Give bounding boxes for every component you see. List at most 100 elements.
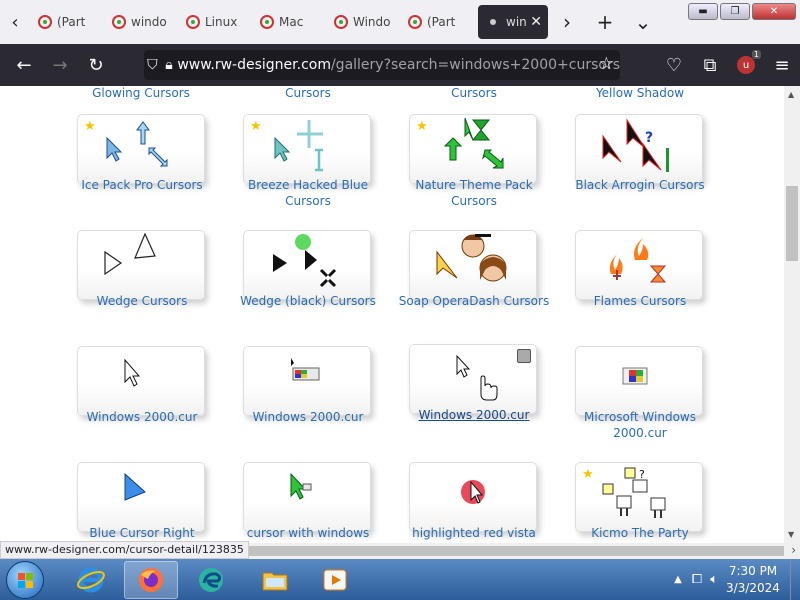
- edge-taskbar-button[interactable]: [184, 561, 238, 599]
- firefox-taskbar-button[interactable]: [124, 561, 178, 599]
- reload-icon[interactable]: ↻: [78, 44, 114, 86]
- network-icon[interactable]: ⧠: [692, 572, 702, 587]
- tab-title: Windo: [353, 15, 391, 29]
- card-label[interactable]: Wedge Cursors: [65, 293, 219, 309]
- list-tabs-icon[interactable]: ⌄: [624, 0, 662, 44]
- tab-6[interactable]: (Part: [400, 4, 474, 40]
- gallery-card[interactable]: Wedge (black) Cursors: [240, 230, 376, 338]
- file-explorer-taskbar-button[interactable]: [248, 561, 302, 599]
- edge-icon: [199, 568, 223, 592]
- gallery-link[interactable]: Yellow Shadow: [575, 86, 705, 100]
- bookmark-star-icon[interactable]: ☆: [599, 54, 614, 74]
- card-label[interactable]: Ice Pack Pro Cursors: [65, 177, 219, 193]
- internet-explorer-taskbar-button[interactable]: [64, 561, 118, 599]
- tab-strip: ‹ (Part windo Linux Mac Windo (Part win ✕…: [0, 0, 800, 44]
- gallery-card[interactable]: ? Black Arrogin Cursors: [575, 114, 705, 222]
- tab-3[interactable]: Linux: [178, 4, 252, 40]
- clock-time: 7:30 PM: [728, 563, 778, 578]
- card-label[interactable]: Windows 2000.cur: [397, 407, 551, 423]
- pocket-icon[interactable]: ♡: [656, 44, 692, 86]
- extensions-icon[interactable]: ⧉: [692, 44, 728, 86]
- tab-5[interactable]: Windo: [326, 4, 400, 40]
- new-tab-icon[interactable]: +: [586, 0, 624, 44]
- close-window-button[interactable]: ✕: [752, 3, 796, 20]
- gallery-card[interactable]: Flames Cursors: [575, 230, 705, 338]
- gallery-card[interactable]: Wedge Cursors: [77, 230, 207, 338]
- restore-button[interactable]: ❐: [720, 3, 750, 20]
- card-label[interactable]: Kicmo The Party: [563, 525, 717, 541]
- shield-icon[interactable]: ⛉: [144, 57, 161, 73]
- url-path: /gallery?search=windows+2000+cursors: [330, 57, 620, 73]
- cursor-preview-icon: [456, 354, 498, 401]
- vertical-scrollbar[interactable]: ▲ ▼: [784, 86, 800, 543]
- back-icon[interactable]: ←: [6, 44, 42, 86]
- gallery-card[interactable]: Microsoft Windows 2000.cur: [575, 346, 705, 454]
- tab-4[interactable]: Mac: [252, 4, 326, 40]
- gallery-card[interactable]: ★ ? Kicmo The Party: [575, 462, 705, 543]
- card-label[interactable]: Flames Cursors: [563, 293, 717, 309]
- start-button[interactable]: [6, 561, 44, 599]
- browser-window: ‹ (Part windo Linux Mac Windo (Part win ✕…: [0, 0, 800, 600]
- forward-icon[interactable]: →: [42, 44, 78, 86]
- cursor-preview-icon: [274, 120, 323, 172]
- tab-active[interactable]: win ✕: [478, 5, 548, 39]
- navigation-bar: ← → ↻ ⛉ 🔒︎ www.rw-designer.com/gallery?s…: [0, 44, 800, 86]
- tab-title: win: [506, 15, 527, 29]
- scroll-right-icon[interactable]: ›: [791, 543, 796, 557]
- loading-dot-icon: [490, 19, 496, 25]
- tabs-scroll-left-icon[interactable]: ‹: [0, 0, 30, 44]
- card-label[interactable]: Microsoft Windows 2000.cur: [563, 409, 717, 441]
- gallery-card[interactable]: Blue Cursor Right Handed: [77, 462, 207, 543]
- gallery-card[interactable]: ★ Ice Pack Pro Cursors: [77, 114, 207, 222]
- firefox-icon: [139, 568, 163, 592]
- scroll-thumb[interactable]: [786, 186, 798, 261]
- svg-text:?: ?: [639, 468, 645, 481]
- minimize-button[interactable]: ▬: [688, 3, 718, 20]
- card-label[interactable]: Windows 2000.cur: [65, 409, 219, 425]
- card-label[interactable]: Windows 2000.cur: [231, 409, 385, 425]
- gallery-link[interactable]: Glowing Cursors: [76, 86, 206, 100]
- card-label[interactable]: Soap OperaDash Cursors: [397, 293, 551, 309]
- gallery-card[interactable]: Windows 2000.cur: [77, 346, 207, 454]
- gallery-card[interactable]: highlighted red vista cursor.cur: [409, 462, 539, 543]
- folder-icon: [262, 572, 288, 591]
- gallery-card[interactable]: Windows 2000.cur: [243, 346, 373, 454]
- url-text[interactable]: www.rw-designer.com/gallery?search=windo…: [177, 57, 620, 73]
- gallery-link[interactable]: Cursors: [409, 86, 539, 100]
- ublock-icon[interactable]: u1: [728, 44, 764, 86]
- clock[interactable]: 7:30 PM 3/3/2024: [722, 563, 784, 597]
- media-player-taskbar-button[interactable]: [308, 561, 362, 599]
- card-label[interactable]: highlighted red vista cursor.cur: [397, 525, 551, 543]
- show-desktop-button[interactable]: [790, 559, 800, 600]
- gallery-card[interactable]: ★ Breeze Hacked Blue Cursors: [243, 114, 373, 222]
- show-hidden-icons-icon[interactable]: ▲: [674, 574, 682, 585]
- toolbar-right: ♡ ⧉ u1 ≡: [656, 44, 800, 86]
- gallery-card[interactable]: cursor with windows 2000 start sign.cur: [243, 462, 373, 543]
- card-label[interactable]: Breeze Hacked Blue Cursors: [231, 177, 385, 209]
- card-label[interactable]: Nature Theme Pack Cursors: [397, 177, 551, 209]
- close-tab-icon[interactable]: ✕: [530, 14, 542, 30]
- tabs-scroll-right-icon[interactable]: ›: [548, 0, 586, 44]
- tab-2[interactable]: windo: [104, 4, 178, 40]
- gallery-card[interactable]: Soap OperaDash Cursors: [399, 230, 549, 338]
- cursor-preview-icon: [290, 472, 312, 500]
- site-favicon-icon: [408, 15, 422, 29]
- tab-title: windo: [131, 15, 167, 29]
- cursor-preview-icon: [609, 238, 667, 283]
- volume-muted-icon[interactable]: 🔈︎: [710, 572, 718, 587]
- card-label[interactable]: Wedge (black) Cursors: [231, 293, 385, 309]
- gallery-card[interactable]: ★ Nature Theme Pack Cursors: [409, 114, 539, 222]
- card-label[interactable]: cursor with windows 2000 start sign.cur: [231, 525, 385, 543]
- card-label[interactable]: Black Arrogin Cursors: [563, 177, 717, 193]
- lock-icon[interactable]: 🔒︎: [161, 57, 178, 73]
- site-favicon-icon: [334, 15, 348, 29]
- menu-icon[interactable]: ≡: [764, 44, 800, 86]
- url-bar[interactable]: ⛉ 🔒︎ www.rw-designer.com/gallery?search=…: [144, 50, 620, 80]
- scroll-down-icon[interactable]: ▼: [788, 530, 794, 539]
- site-favicon-icon: [38, 15, 52, 29]
- scroll-up-icon[interactable]: ▲: [788, 90, 794, 99]
- gallery-link[interactable]: Cursors: [243, 86, 373, 100]
- tab-1[interactable]: (Part: [30, 4, 104, 40]
- gallery-card[interactable]: Windows 2000.cur: [409, 344, 539, 452]
- tab-title: Mac: [279, 15, 304, 29]
